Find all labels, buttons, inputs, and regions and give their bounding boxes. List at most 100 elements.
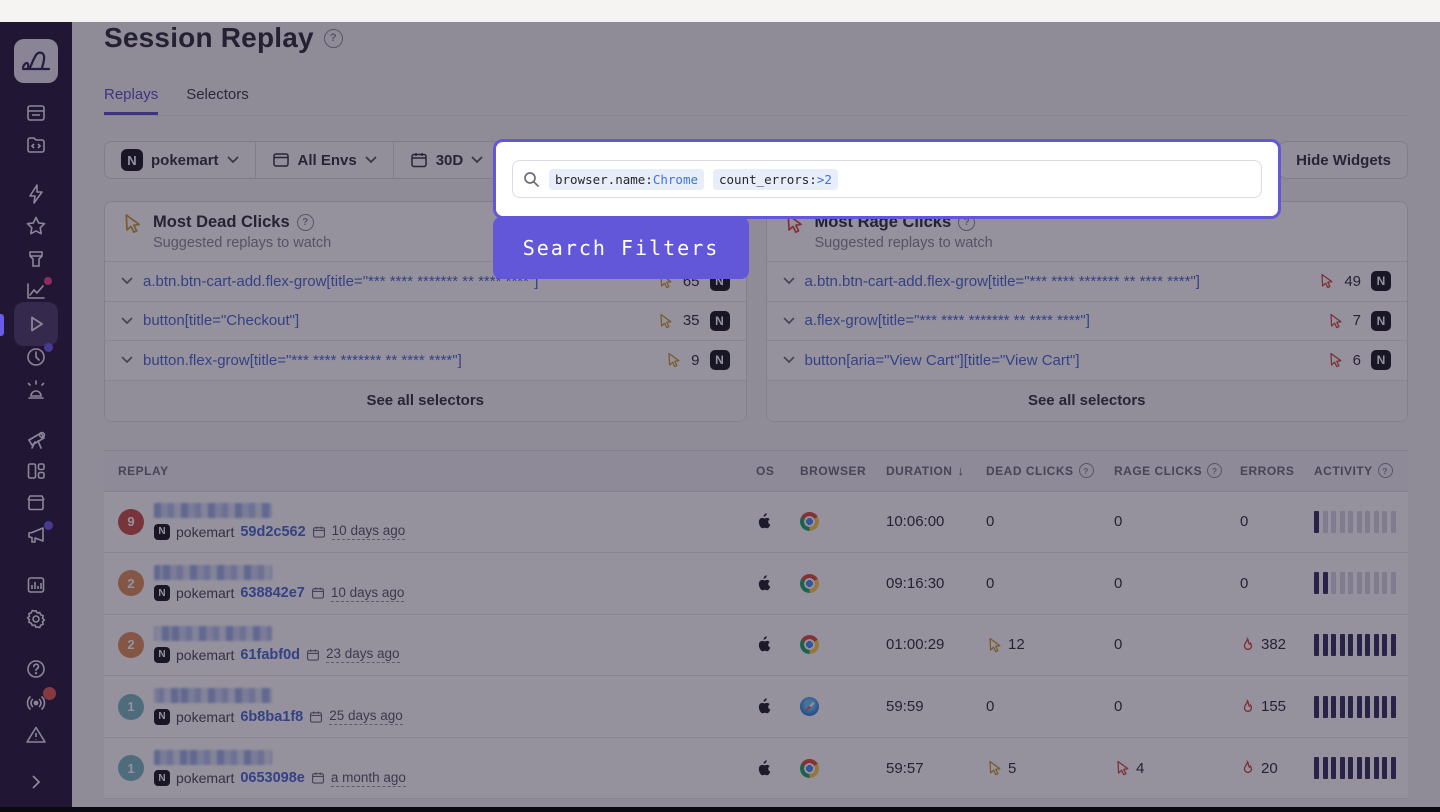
help-icon[interactable] — [25, 658, 47, 680]
selector-link[interactable]: button.flex-grow[title="*** **** *******… — [143, 352, 655, 369]
selector-link[interactable]: button[title="Checkout"] — [143, 312, 647, 329]
activity-bar — [1391, 511, 1396, 533]
flashlight-icon[interactable] — [25, 248, 47, 270]
replay-id-link[interactable]: 0653098e — [240, 770, 305, 786]
duration-cell: 10:06:00 — [886, 513, 986, 530]
click-cursor-icon — [986, 760, 1002, 776]
selector-link[interactable]: button[aria="View Cart"][title="View Car… — [805, 352, 1317, 369]
widget-help-icon[interactable]: ? — [297, 214, 314, 231]
see-all-selectors-button[interactable]: See all selectors — [767, 380, 1408, 421]
activity-bars — [1314, 696, 1396, 718]
chevron-down-icon[interactable] — [783, 317, 795, 325]
calendar-icon — [410, 151, 428, 169]
replay-date[interactable]: a month ago — [331, 770, 406, 787]
table-row[interactable]: 1 N pokemart 0653098e a month ago 59:57 … — [104, 738, 1408, 800]
environment-selector-label: All Envs — [298, 152, 357, 169]
browser-cell — [800, 512, 886, 531]
col-replay[interactable]: REPLAY — [104, 464, 756, 478]
environment-selector[interactable]: All Envs — [255, 142, 393, 178]
code-folder-icon[interactable] — [25, 134, 47, 156]
browser-icon — [800, 635, 819, 654]
chevron-down-icon[interactable] — [121, 317, 133, 325]
col-dead-clicks[interactable]: DEAD CLICKS? — [986, 463, 1114, 478]
selector-row[interactable]: a.flex-grow[title="*** **** ******* ** *… — [767, 301, 1408, 341]
tab-selectors[interactable]: Selectors — [186, 86, 249, 115]
selector-row[interactable]: button[title="Checkout"] 35 N — [105, 301, 746, 341]
tab-replays[interactable]: Replays — [104, 86, 158, 115]
table-row[interactable]: 1 N pokemart 6b8ba1f8 25 days ago 59:59 … — [104, 676, 1408, 738]
see-all-selectors-button[interactable]: See all selectors — [105, 380, 746, 421]
col-errors[interactable]: ERRORS — [1240, 464, 1314, 478]
reports-icon[interactable] — [25, 574, 47, 596]
project-name: pokemart — [176, 585, 234, 601]
col-os[interactable]: OS — [756, 464, 800, 478]
lightning-icon[interactable] — [25, 183, 47, 205]
project-selector[interactable]: N pokemart — [105, 142, 255, 178]
date-range-selector[interactable]: 30D — [393, 142, 500, 178]
history-icon[interactable] — [25, 346, 47, 368]
settings-icon[interactable] — [25, 608, 47, 630]
search-filter-chip[interactable]: count_errors:>2 — [713, 169, 838, 190]
replay-date[interactable]: 25 days ago — [329, 708, 403, 725]
trends-icon[interactable] — [25, 280, 47, 302]
selector-row[interactable]: button.flex-grow[title="*** **** *******… — [105, 340, 746, 380]
search-input[interactable]: browser.name:Chrome count_errors:>2 — [512, 160, 1262, 198]
table-header-row: REPLAY OS BROWSER DURATION↓ DEAD CLICKS?… — [104, 451, 1408, 492]
page-help-icon[interactable]: ? — [324, 29, 343, 48]
archive-icon[interactable] — [25, 491, 47, 513]
replay-date[interactable]: 23 days ago — [326, 646, 400, 663]
replay-id-link[interactable]: 6b8ba1f8 — [240, 709, 303, 725]
selector-row[interactable]: button[aria="View Cart"][title="View Car… — [767, 340, 1408, 380]
telescope-icon[interactable] — [25, 429, 47, 451]
selector-link[interactable]: a.flex-grow[title="*** **** ******* ** *… — [805, 312, 1317, 329]
help-icon[interactable]: ? — [1079, 463, 1094, 478]
col-rage-clicks[interactable]: RAGE CLICKS? — [1114, 463, 1240, 478]
table-row[interactable]: 2 N pokemart 61fabf0d 23 days ago 01:00:… — [104, 615, 1408, 677]
activity-bar — [1331, 572, 1336, 594]
table-row[interactable]: 9 N pokemart 59d2c562 10 days ago 10:06:… — [104, 492, 1408, 554]
col-activity[interactable]: ACTIVITY? — [1314, 463, 1408, 478]
replay-id-link[interactable]: 638842e7 — [240, 585, 305, 601]
chevron-down-icon[interactable] — [121, 356, 133, 364]
calendar-icon — [311, 771, 325, 785]
col-duration[interactable]: DURATION↓ — [886, 463, 986, 478]
database-icon[interactable] — [25, 102, 47, 124]
duration-cell: 59:57 — [886, 760, 986, 777]
replay-date[interactable]: 10 days ago — [331, 585, 405, 602]
dashboards-icon[interactable] — [25, 460, 47, 482]
active-item-indicator — [0, 314, 4, 336]
star-icon[interactable] — [25, 215, 47, 237]
click-cursor-icon — [657, 313, 673, 329]
activity-bar — [1365, 696, 1370, 718]
activity-bar — [1323, 511, 1328, 533]
calendar-icon — [309, 710, 323, 724]
activity-bar — [1374, 511, 1379, 533]
col-browser[interactable]: BROWSER — [800, 464, 886, 478]
alerts-icon[interactable] — [25, 724, 47, 746]
activity-bar — [1357, 634, 1362, 656]
table-row[interactable]: 2 N pokemart 638842e7 10 days ago 09:16:… — [104, 553, 1408, 615]
replay-date[interactable]: 10 days ago — [332, 523, 406, 540]
search-filters-tooltip-label: Search Filters — [523, 236, 720, 260]
project-logo-icon: N — [710, 311, 730, 331]
session-replay-icon[interactable] — [25, 313, 47, 335]
replay-id-link[interactable]: 61fabf0d — [240, 647, 300, 663]
replay-id-link[interactable]: 59d2c562 — [240, 524, 305, 540]
help-icon[interactable]: ? — [1207, 463, 1222, 478]
session-count-badge: 2 — [118, 632, 144, 658]
expand-sidebar-icon[interactable] — [27, 773, 45, 791]
widget-title: Most Dead Clicks — [153, 213, 290, 232]
hide-widgets-button[interactable]: Hide Widgets — [1279, 141, 1408, 179]
click-count: 49 — [1344, 273, 1361, 290]
search-icon — [523, 171, 540, 188]
blurred-person-name — [154, 565, 272, 580]
chevron-down-icon[interactable] — [783, 356, 795, 364]
search-filter-chip[interactable]: browser.name:Chrome — [549, 169, 704, 190]
chevron-down-icon[interactable] — [121, 277, 133, 285]
help-icon[interactable]: ? — [1378, 463, 1393, 478]
live-activity-icon[interactable] — [24, 692, 48, 714]
activity-bar — [1357, 696, 1362, 718]
app-logo[interactable] — [14, 39, 58, 83]
error-tracking-icon[interactable] — [25, 378, 47, 400]
announcements-icon[interactable] — [25, 524, 47, 546]
